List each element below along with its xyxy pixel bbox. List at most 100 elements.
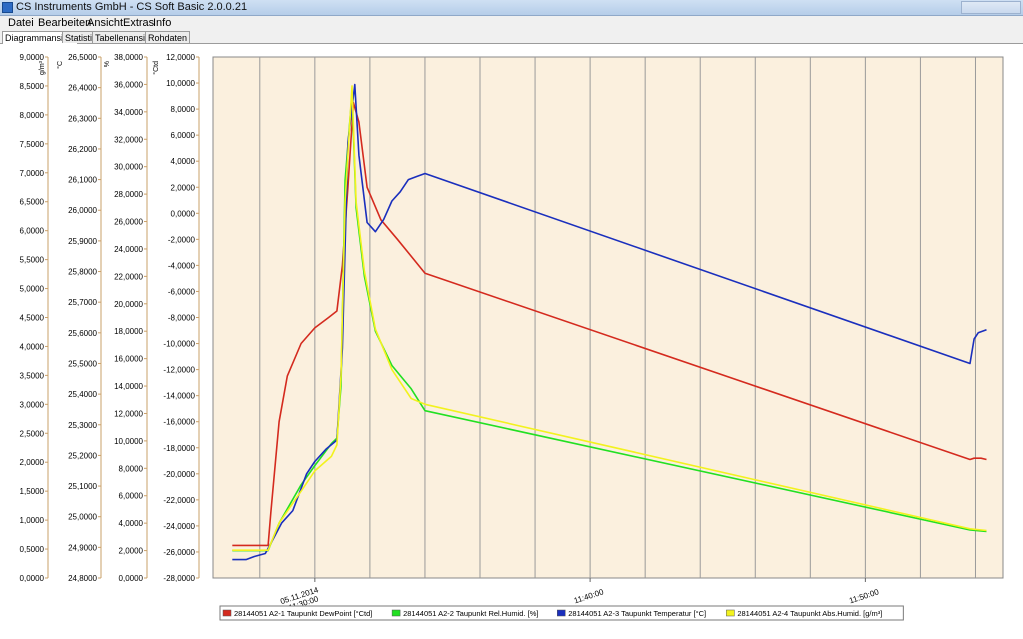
axis-tick-label-absfeuchte: 5,0000: [20, 285, 45, 294]
axis-tick-label-absfeuchte: 7,5000: [20, 140, 45, 149]
axis-tick-label-temperatur: 25,4000: [68, 390, 97, 399]
plot-background: [212, 56, 1004, 579]
axis-tick-label-absfeuchte: 3,0000: [20, 400, 45, 409]
axis-tick-label-temperatur: 25,2000: [68, 451, 97, 460]
axis-tick-label-absfeuchte: 0,5000: [20, 545, 45, 554]
axis-tick-label-relfeuchte: 36,0000: [114, 80, 143, 89]
tab-rohdaten[interactable]: Rohdaten: [145, 31, 191, 43]
axis-tick-label-absfeuchte: 8,0000: [20, 111, 45, 120]
axis-tick-label-taupunkt: 4,0000: [171, 157, 196, 166]
axis-tick-label-temperatur: 24,9000: [68, 543, 97, 552]
line-chart[interactable]: 0,0000 0,5000 1,0000 1,5000 2,0000 2,5000 3,00…: [0, 44, 1023, 636]
axis-tick-label-absfeuchte: 6,5000: [20, 198, 45, 207]
legend-label-3: 28144051 A2-3 Taupunkt Temperatur [°C]: [568, 609, 706, 618]
axis-tick-label-taupunkt: -8,0000: [168, 314, 196, 323]
axis-tick-label-taupunkt: -12,0000: [163, 366, 195, 375]
axis-tick-label-taupunkt: -4,0000: [168, 261, 196, 270]
legend-label-4: 28144051 A2-4 Taupunkt Abs.Humid. [g/m³]: [737, 609, 882, 618]
axis-tick-label-absfeuchte: 1,0000: [20, 516, 45, 525]
axis-tick-label-temperatur: 26,4000: [68, 84, 97, 93]
axis-tick-label-taupunkt: 12,0000: [166, 53, 195, 62]
axis-tick-label-taupunkt: -18,0000: [163, 444, 195, 453]
axis-tick-label-relfeuchte: 28,0000: [114, 190, 143, 199]
axis-tick-label-relfeuchte: 14,0000: [114, 382, 143, 391]
legend-swatch-3: [557, 609, 566, 617]
legend-swatch-2: [391, 609, 401, 617]
x-tick-label: 11:40:00: [573, 587, 605, 605]
axis-tick-label-temperatur: 24,8000: [68, 574, 97, 583]
axis-tick-label-relfeuchte: 12,0000: [114, 409, 143, 418]
menu-bar: Datei Bearbeiten Ansicht Extras Info: [0, 16, 1023, 30]
menu-datei[interactable]: Datei: [8, 17, 34, 29]
axis-tick-label-taupunkt: -22,0000: [163, 496, 195, 505]
axis-tick-label-relfeuchte: 6,0000: [119, 492, 144, 501]
axis-tick-label-taupunkt: 6,0000: [171, 131, 196, 140]
legend-label-2: 28144051 A2-2 Taupunkt Rel.Humid. [%]: [403, 609, 538, 618]
axis-tick-label-taupunkt: -6,0000: [168, 287, 196, 296]
axis-tick-label-temperatur: 26,1000: [68, 176, 97, 185]
axis-tick-label-taupunkt: 8,0000: [171, 105, 196, 114]
app-icon: [2, 2, 13, 13]
axis-tick-label-temperatur: 25,0000: [68, 513, 97, 522]
axis-tick-label-absfeuchte: 6,0000: [20, 227, 45, 236]
axis-tick-label-temperatur: 25,6000: [68, 329, 97, 338]
legend-label-1: 28144051 A2-1 Taupunkt DewPoint [°Ctd]: [234, 609, 372, 618]
axis-tick-label-taupunkt: 2,0000: [171, 183, 196, 192]
axis-tick-label-relfeuchte: 0,0000: [119, 574, 144, 583]
axis-tick-label-taupunkt: -26,0000: [163, 548, 195, 557]
axis-unit-relfeuchte: %: [104, 61, 111, 67]
axis-tick-label-taupunkt: -14,0000: [163, 392, 195, 401]
axis-tick-label-temperatur: 26,3000: [68, 114, 97, 123]
axis-tick-label-absfeuchte: 1,5000: [20, 487, 45, 496]
axis-tick-label-taupunkt: -10,0000: [163, 340, 195, 349]
axis-tick-label-relfeuchte: 38,0000: [114, 53, 143, 62]
axis-tick-label-relfeuchte: 4,0000: [119, 519, 144, 528]
axis-tick-label-absfeuchte: 4,0000: [20, 342, 45, 351]
legend-swatch-4: [726, 609, 735, 617]
axis-tick-label-absfeuchte: 4,5000: [20, 314, 45, 323]
chart-area: 0,0000 0,5000 1,0000 1,5000 2,0000 2,5000 3,00…: [0, 44, 1023, 636]
axis-tick-label-relfeuchte: 34,0000: [114, 108, 143, 117]
x-tick-label: 11:50:00: [848, 587, 880, 605]
axis-tick-label-temperatur: 26,5000: [68, 53, 97, 62]
axis-tick-label-absfeuchte: 2,5000: [20, 429, 45, 438]
axis-tick-label-relfeuchte: 24,0000: [114, 245, 143, 254]
axis-tick-label-absfeuchte: 8,5000: [20, 82, 45, 91]
axis-tick-label-absfeuchte: 7,0000: [20, 169, 45, 178]
axis-tick-label-relfeuchte: 32,0000: [114, 135, 143, 144]
axis-tick-label-temperatur: 25,8000: [68, 268, 97, 277]
axis-tick-label-taupunkt: -28,0000: [163, 574, 195, 583]
axis-tick-label-temperatur: 26,0000: [68, 206, 97, 215]
axis-unit-temperatur: °C: [56, 61, 64, 69]
axis-tick-label-temperatur: 25,7000: [68, 298, 97, 307]
axis-tick-label-temperatur: 25,5000: [68, 359, 97, 368]
axis-tick-label-temperatur: 25,1000: [68, 482, 97, 491]
menu-bearbeiten[interactable]: Bearbeiten: [38, 17, 91, 29]
axis-tick-label-taupunkt: -24,0000: [163, 522, 195, 531]
menu-info[interactable]: Info: [153, 17, 171, 29]
axis-tick-label-relfeuchte: 10,0000: [114, 437, 143, 446]
axis-tick-label-relfeuchte: 16,0000: [114, 355, 143, 364]
axis-tick-label-relfeuchte: 22,0000: [114, 272, 143, 281]
axis-tick-label-taupunkt: -2,0000: [168, 235, 196, 244]
tab-bar: Diagrammansicht Statistik Tabellenansich…: [0, 30, 1023, 44]
axis-tick-label-temperatur: 25,9000: [68, 237, 97, 246]
axis-tick-label-temperatur: 25,3000: [68, 421, 97, 430]
axis-tick-label-taupunkt: 10,0000: [166, 79, 195, 88]
axis-tick-label-relfeuchte: 8,0000: [119, 464, 144, 473]
axis-tick-label-taupunkt: 0,0000: [171, 209, 196, 218]
menu-ansicht[interactable]: Ansicht: [87, 17, 123, 29]
menu-extras[interactable]: Extras: [123, 17, 154, 29]
axis-tick-label-relfeuchte: 26,0000: [114, 218, 143, 227]
axis-tick-label-relfeuchte: 18,0000: [114, 327, 143, 336]
axis-tick-label-taupunkt: -20,0000: [163, 470, 195, 479]
axis-tick-label-relfeuchte: 20,0000: [114, 300, 143, 309]
axis-tick-label-temperatur: 26,2000: [68, 145, 97, 154]
axis-unit-absfeuchte: g/m³: [39, 60, 46, 75]
axis-tick-label-relfeuchte: 30,0000: [114, 163, 143, 172]
axis-unit-taupunkt: °Ctd: [152, 61, 160, 75]
window-title: CS Instruments GmbH - CS Soft Basic 2.0.…: [16, 1, 248, 13]
window-controls[interactable]: [961, 1, 1021, 14]
legend-swatch-1: [222, 609, 232, 617]
axis-tick-label-relfeuchte: 2,0000: [119, 547, 144, 556]
